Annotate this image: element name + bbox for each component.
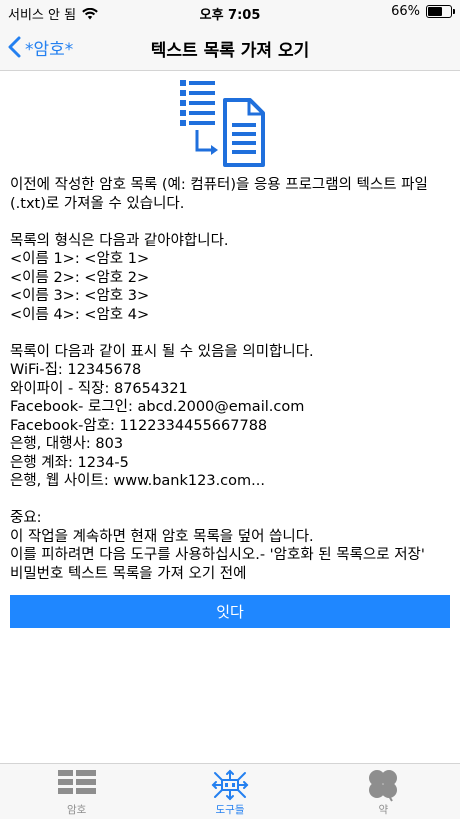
- format-line: <이름 2>: <암호 2>: [10, 269, 150, 286]
- list-icon: [57, 770, 96, 794]
- tab-bar: 암호 도구들 약: [0, 763, 460, 819]
- tab-tools-label: 도구들: [215, 804, 245, 816]
- tab-about[interactable]: 약: [307, 764, 460, 819]
- warning-heading: 중요:: [10, 510, 42, 526]
- battery-percent: 66%: [391, 4, 420, 19]
- list-to-document-icon: [180, 80, 265, 167]
- continue-button[interactable]: 잇다: [10, 595, 450, 628]
- warning-line: 비밀번호 텍스트 목록을 가져 오기 전에: [10, 565, 247, 582]
- example-line: 은행, 웹 사이트: www.bank123.com...: [10, 473, 265, 489]
- status-right: 66%: [391, 4, 455, 19]
- example-line: 은행, 대행사: 803: [10, 436, 124, 452]
- format-line: <이름 3>: <암호 3>: [10, 288, 150, 304]
- example-line: WiFi-집: 12345678: [10, 362, 142, 378]
- example-line: 은행 계좌: 1234-5: [10, 454, 129, 471]
- format-line: <이름 1>: <암호 1>: [10, 251, 150, 267]
- example-heading: 목록이 다음과 같이 표시 될 수 있음을 의미합니다.: [10, 343, 314, 360]
- warning-text: 이 작업을 계속하면 현재 암호 목록을 덮어 씁니다. 이를 피하려면 다음 …: [10, 528, 450, 584]
- battery-fill: [428, 7, 442, 16]
- status-bar: 서비스 안 됨 오후 7:05 66%: [0, 0, 460, 24]
- intro-text: 이전에 작성한 암호 목록 (예: 컴퓨터)을 응용 프로그램의 텍스트 파일 …: [10, 177, 433, 212]
- page-title: 텍스트 목록 가져 오기: [150, 41, 310, 61]
- example-line: 와이파이 - 직장: 87654321: [10, 380, 188, 397]
- tab-passwords[interactable]: 암호: [0, 764, 153, 819]
- battery-icon: [426, 5, 455, 18]
- main-content: 이전에 작성한 암호 목록 (예: 컴퓨터)을 응용 프로그램의 텍스트 파일 …: [10, 78, 450, 583]
- warning-line: 이 작업을 계속하면 현재 암호 목록을 덮어 씁니다.: [10, 528, 314, 545]
- format-line: <이름 4>: <암호 4>: [10, 306, 150, 323]
- warning-line: 이를 피하려면 다음 도구를 사용하십시오.- '암호화 된 목록으로 저장': [10, 547, 425, 563]
- tab-about-label: 약: [378, 804, 389, 816]
- battery-tip: [453, 9, 455, 14]
- example-line: Facebook-암호: 1122334455667788: [10, 417, 268, 434]
- format-list: <이름 1>: <암호 1> <이름 2>: <암호 2> <이름 3>: <암…: [10, 250, 450, 324]
- tab-tools[interactable]: 도구들: [153, 764, 306, 819]
- example-list: WiFi-집: 12345678 와이파이 - 직장: 87654321 Fac…: [10, 361, 450, 491]
- clover-icon: [369, 770, 398, 802]
- nav-bar: *암호* 텍스트 목록 가져 오기: [0, 24, 460, 71]
- tab-passwords-label: 암호: [67, 804, 87, 816]
- tools-icon: [211, 769, 249, 801]
- format-heading: 목록의 형식은 다음과 같아야합니다.: [10, 232, 229, 249]
- example-line: Facebook- 로그인: abcd.2000@email.com: [10, 399, 305, 415]
